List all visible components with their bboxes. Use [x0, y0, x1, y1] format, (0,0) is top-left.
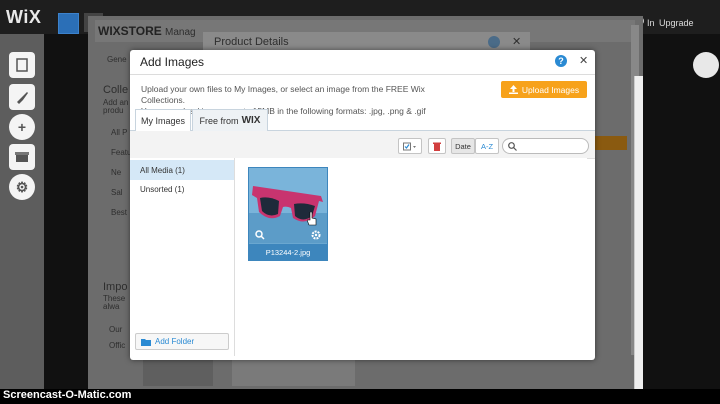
add-icon[interactable]: + [9, 114, 35, 140]
checkbox-dropdown-icon [403, 142, 416, 150]
add-folder-button[interactable]: Add Folder [135, 333, 229, 350]
background-text-fragment: Sal [111, 188, 123, 197]
search-icon [508, 141, 517, 151]
add-folder-label: Add Folder [155, 337, 195, 346]
pages-icon[interactable] [9, 52, 35, 78]
brush-icon[interactable] [9, 84, 35, 110]
trash-icon [433, 142, 441, 151]
background-product-card-2 [232, 360, 355, 386]
dialog-title: Add Images [140, 55, 205, 69]
import-label: Impo [103, 281, 128, 293]
upload-icon [508, 85, 518, 94]
background-text-fragment: Ne [111, 168, 122, 177]
image-filename: P13244-2.jpg [249, 244, 327, 260]
gear-icon[interactable] [311, 230, 321, 240]
product-details-title: Product Details [214, 36, 289, 48]
sidebar-item-label: Unsorted (1) [140, 184, 185, 194]
store-subtitle: Manag [165, 27, 196, 38]
add-images-dialog: Add Images ? ✕ Upload your own files to … [130, 50, 643, 403]
background-product-card [143, 360, 213, 386]
tab-my-images[interactable]: My Images [135, 109, 191, 131]
zoom-icon[interactable] [255, 230, 265, 240]
search-input[interactable] [502, 138, 589, 154]
background-text-fragment: Featu [111, 148, 132, 157]
background-text-fragment: alwa [103, 302, 120, 311]
sort-date-label: Date [455, 141, 471, 151]
background-text-fragment: Our [109, 325, 123, 334]
background-help-icon [488, 36, 500, 48]
background-text-fragment: Offic [109, 341, 126, 350]
sidebar-item-all-media[interactable]: All Media (1) [130, 160, 234, 180]
description-line-1: Upload your own files to My Images, or s… [141, 84, 425, 105]
upload-images-button[interactable]: Upload Images [501, 81, 587, 98]
background-text-fragment: Gene [107, 55, 127, 64]
desktop-view-icon[interactable] [58, 13, 79, 34]
dialog-scrollbar[interactable] [634, 76, 643, 403]
background-text-fragment: All P [111, 128, 128, 137]
wix-logo[interactable]: WiX [6, 7, 41, 28]
delete-button[interactable] [428, 138, 446, 154]
wix-brand-label: WIX [241, 115, 261, 126]
tab-my-images-label: My Images [140, 115, 185, 126]
upload-images-label: Upload Images [521, 84, 580, 95]
background-orange-button [594, 136, 627, 150]
store-icon[interactable] [9, 144, 35, 170]
add-folder-icon [141, 338, 151, 346]
sort-az-button[interactable]: A-Z [475, 138, 499, 154]
sort-az-label: A-Z [480, 141, 494, 151]
background-text-fragment: Best [111, 208, 128, 217]
sidebar-item-label: All Media (1) [140, 165, 185, 175]
watermark-text: Screencast-O-Matic.com [3, 389, 132, 401]
settings-icon[interactable]: ⚙ [9, 174, 35, 200]
hand-cursor-icon [307, 212, 317, 226]
sidebar-item-unsorted[interactable]: Unsorted (1) [130, 179, 234, 199]
upgrade-link[interactable]: Upgrade [659, 18, 694, 28]
image-thumbnail[interactable]: P13244-2.jpg [248, 167, 328, 261]
background-close-icon: ✕ [512, 36, 522, 48]
collections-label: Colle [103, 84, 129, 96]
tab-free-from-label: Free from [199, 115, 239, 126]
close-icon[interactable]: ✕ [579, 54, 588, 67]
select-all-checkbox[interactable] [398, 138, 422, 154]
tab-free-from-wix[interactable]: Free from WIX [192, 109, 268, 131]
topbar-link[interactable]: In [647, 18, 655, 28]
help-icon[interactable]: ? [555, 55, 567, 67]
store-title: WIXSTORE [98, 24, 162, 38]
background-text-fragment: produ [103, 106, 124, 115]
chat-icon[interactable] [693, 52, 719, 78]
sort-date-button[interactable]: Date [451, 138, 475, 154]
